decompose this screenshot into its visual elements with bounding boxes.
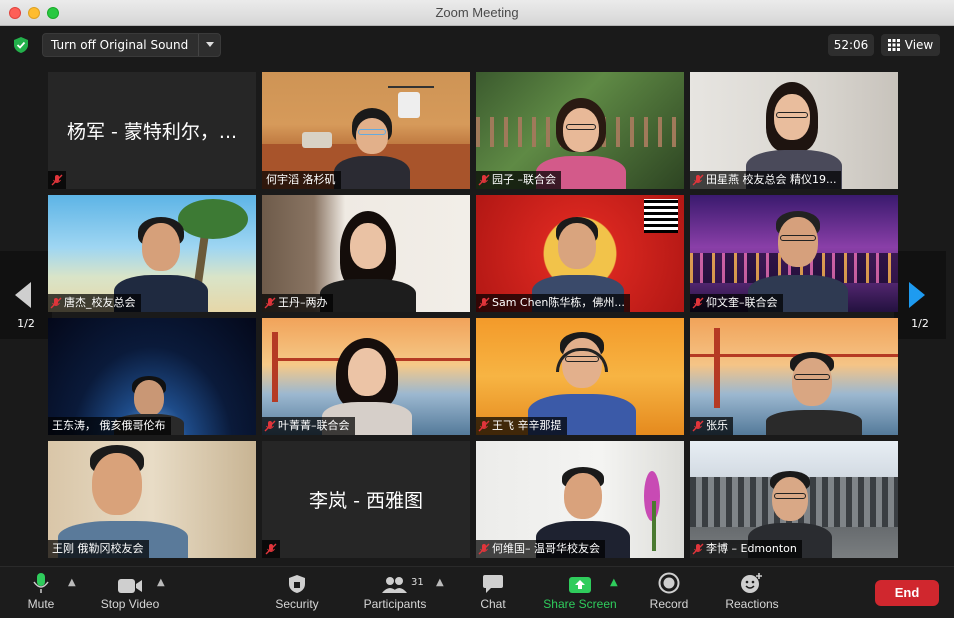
muted-mic-icon — [48, 294, 64, 312]
arrow-left-icon — [15, 282, 31, 308]
participant-tile[interactable]: 王飞 辛辛那提 — [476, 318, 684, 435]
participant-tile[interactable]: 田星燕 校友总会 精仪19... — [690, 72, 898, 189]
encryption-shield-icon[interactable] — [12, 36, 30, 54]
participant-tile[interactable]: 李岚 - 西雅图 — [262, 441, 470, 558]
video-options-caret[interactable]: ▲ — [157, 577, 165, 588]
original-sound-menu-caret[interactable] — [198, 34, 220, 56]
participant-name-label: 田星燕 校友总会 精仪19... — [690, 171, 842, 189]
record-button[interactable]: Record — [646, 567, 692, 618]
muted-mic-icon — [262, 294, 278, 312]
participant-tile-active-speaker[interactable]: 何宇滔 洛杉矶 — [262, 72, 470, 189]
participant-name-label: 李博 – Edmonton — [690, 540, 802, 558]
muted-mic-icon — [690, 171, 706, 189]
record-icon — [658, 572, 680, 594]
reactions-label: Reactions — [725, 597, 779, 611]
participant-big-name: 杨军 - 蒙特利尔，... — [66, 121, 238, 143]
participant-tile[interactable]: 张乐 — [690, 318, 898, 435]
muted-mic-icon — [690, 540, 706, 558]
participants-button[interactable]: Participants — [358, 567, 432, 618]
participant-tile[interactable]: 杨军 - 蒙特利尔，... — [48, 72, 256, 189]
participant-name-label: 园子 –联合会 — [476, 171, 561, 189]
participant-tile[interactable]: 唐杰_校友总会 — [48, 195, 256, 312]
muted-mic-icon — [476, 417, 492, 435]
muted-mic-icon — [476, 294, 492, 312]
muted-mic-icon — [690, 294, 706, 312]
title-bar: Zoom Meeting — [0, 0, 954, 26]
next-page-button[interactable]: 1/2 — [894, 251, 946, 339]
participant-tile[interactable]: 何维国– 温哥华校友会 — [476, 441, 684, 558]
share-screen-button[interactable]: Share Screen — [540, 567, 620, 618]
end-meeting-button[interactable]: End — [875, 580, 939, 606]
muted-mic-icon — [476, 540, 492, 558]
chevron-down-icon — [205, 42, 214, 47]
share-screen-icon — [569, 577, 591, 593]
participant-name-label: Sam Chen陈华栋，佛州... — [476, 294, 630, 312]
reactions-button[interactable]: Reactions — [722, 567, 782, 618]
video-camera-icon — [118, 579, 142, 593]
chat-button[interactable]: Chat — [474, 567, 512, 618]
participants-icon — [382, 577, 407, 593]
original-sound-button[interactable]: Turn off Original Sound — [43, 34, 198, 56]
muted-mic-icon — [690, 417, 706, 435]
smiley-reaction-icon — [741, 573, 762, 593]
record-label: Record — [649, 597, 689, 611]
participant-name-label: 张乐 — [690, 417, 733, 435]
participants-count: 31 — [411, 577, 424, 588]
chat-label: Chat — [480, 597, 506, 611]
arrow-right-icon — [909, 282, 925, 308]
meeting-toolbar: Mute ▲ Stop Video ▲ Security Participant… — [0, 566, 954, 618]
microphone-icon — [33, 573, 49, 593]
participant-tile[interactable]: 王刚 俄勒冈校友会 — [48, 441, 256, 558]
participant-tile[interactable]: 园子 –联合会 — [476, 72, 684, 189]
muted-mic-icon — [48, 171, 66, 189]
participant-tile[interactable]: 李博 – Edmonton — [690, 441, 898, 558]
meeting-timer: 52:06 — [828, 34, 874, 56]
participant-name-label: 唐杰_校友总会 — [48, 294, 141, 312]
participant-tile[interactable]: 叶菁菁–联合会 — [262, 318, 470, 435]
muted-mic-icon — [262, 540, 280, 558]
participant-name-label: 王刚 俄勒冈校友会 — [48, 540, 149, 558]
shield-icon — [289, 575, 305, 593]
share-options-caret[interactable]: ▲ — [610, 577, 618, 588]
participant-tile[interactable]: Sam Chen陈华栋，佛州... — [476, 195, 684, 312]
stop-video-label: Stop Video — [100, 597, 160, 611]
participants-options-caret[interactable]: ▲ — [436, 577, 444, 588]
view-button[interactable]: View — [881, 34, 940, 56]
participant-name-label: 叶菁菁–联合会 — [262, 417, 355, 435]
mute-label: Mute — [27, 597, 55, 611]
original-sound-control: Turn off Original Sound — [42, 33, 222, 57]
participant-name-label: 王飞 辛辛那提 — [476, 417, 567, 435]
muted-mic-icon — [262, 417, 278, 435]
chat-bubble-icon — [483, 575, 503, 593]
share-screen-label: Share Screen — [543, 597, 617, 611]
page-indicator-left: 1/2 — [17, 317, 35, 330]
participant-big-name: 李岚 - 西雅图 — [309, 490, 423, 512]
participant-tile[interactable]: 王丹–两办 — [262, 195, 470, 312]
participant-name-label: 王丹–两办 — [262, 294, 333, 312]
stop-video-button[interactable]: Stop Video — [96, 567, 164, 618]
mute-options-caret[interactable]: ▲ — [68, 577, 76, 588]
grid-view-icon — [887, 39, 900, 51]
participant-name-label: 王东涛， 俄亥俄哥伦布 — [48, 417, 171, 435]
page-indicator-right: 1/2 — [911, 317, 929, 330]
participant-name-label: 何宇滔 洛杉矶 — [262, 171, 341, 189]
security-label: Security — [275, 597, 319, 611]
zoom-window: Zoom Meeting Turn off Original Sound 52:… — [0, 0, 954, 618]
participant-name-label: 何维国– 温哥华校友会 — [476, 540, 605, 558]
muted-mic-icon — [476, 171, 492, 189]
participant-tile[interactable]: 仰文奎–联合会 — [690, 195, 898, 312]
window-title: Zoom Meeting — [435, 5, 519, 20]
participant-name-label: 仰文奎–联合会 — [690, 294, 783, 312]
mute-button[interactable]: Mute — [20, 567, 62, 618]
previous-page-button[interactable]: 1/2 — [0, 251, 52, 339]
security-button[interactable]: Security — [270, 567, 324, 618]
participant-tile[interactable]: 王东涛， 俄亥俄哥伦布 — [48, 318, 256, 435]
view-button-label: View — [904, 38, 934, 52]
participants-label: Participants — [363, 597, 427, 611]
